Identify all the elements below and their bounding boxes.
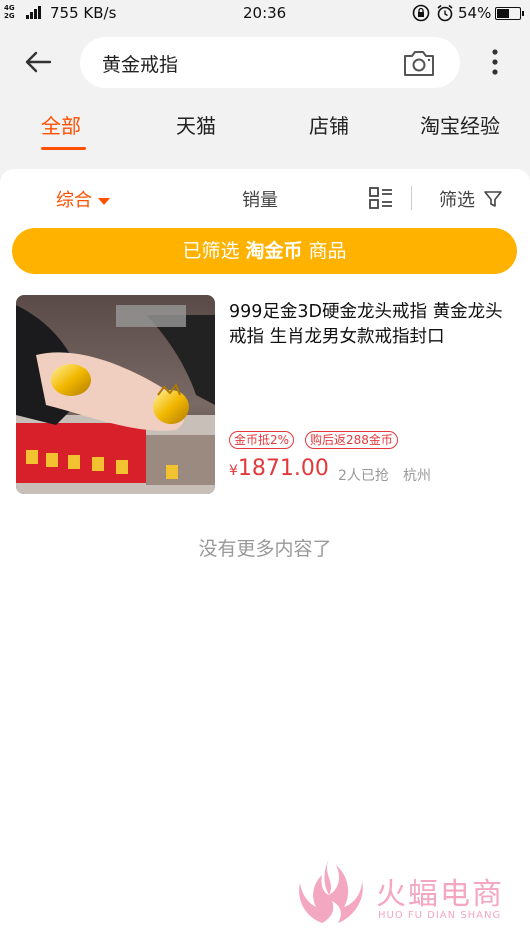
status-icons — [412, 4, 454, 22]
battery-percent: 54% — [458, 4, 492, 22]
watermark-subtitle: HUO FU DIAN SHANG — [378, 910, 502, 921]
sort-bar: 综合 销量 筛选 — [0, 169, 530, 225]
network-speed: 755 KB/s — [50, 4, 117, 22]
watermark-title: 火蝠电商 — [376, 877, 504, 912]
camera-icon[interactable] — [402, 48, 436, 78]
filter-button[interactable]: 筛选 — [439, 186, 475, 212]
price-value: 1871.00 — [237, 456, 329, 481]
tab-taobao-experience[interactable]: 淘宝经验 — [420, 110, 500, 139]
search-input[interactable] — [102, 49, 392, 77]
no-more-content: 没有更多内容了 — [198, 538, 332, 560]
network-type-bottom: 2G — [4, 12, 15, 20]
currency-symbol: ¥ — [229, 463, 238, 479]
filter-banner[interactable]: 已筛选 淘金币 商品 — [12, 228, 517, 274]
product-price: ¥1871.00 — [229, 456, 329, 481]
filter-banner-prefix: 已筛选 — [182, 240, 240, 262]
sort-comprehensive-button[interactable]: 综合 — [56, 186, 110, 212]
more-options-icon[interactable] — [480, 44, 510, 80]
product-image[interactable] — [16, 295, 215, 494]
sort-comprehensive-label: 综合 — [56, 190, 92, 211]
network-type-top: 4G — [4, 4, 15, 12]
filter-funnel-icon[interactable] — [483, 189, 503, 209]
coin-rebate-tag: 购后返288金币 — [305, 431, 398, 449]
product-card[interactable]: 999足金3D硬金龙头戒指 黄金龙头戒指 生肖龙男女款戒指封口 金币抵2% 购后… — [0, 294, 530, 499]
sort-divider — [411, 186, 412, 210]
caret-down-icon — [98, 197, 110, 205]
active-tab-indicator — [41, 147, 86, 150]
alarm-icon — [437, 4, 453, 22]
back-arrow-icon[interactable] — [20, 44, 56, 80]
watermark: 火蝠电商 HUO FU DIAN SHANG — [292, 855, 522, 935]
tab-shops[interactable]: 店铺 — [309, 110, 349, 139]
clock: 20:36 — [243, 4, 287, 22]
product-title[interactable]: 999足金3D硬金龙头戒指 黄金龙头戒指 生肖龙男女款戒指封口 — [229, 300, 519, 350]
coin-deduction-tag: 金币抵2% — [229, 431, 295, 449]
gold-ring-photo — [16, 295, 215, 494]
sold-count: 2人已抢 — [338, 468, 389, 484]
rotation-lock-icon — [412, 4, 430, 22]
flame-logo-icon — [299, 859, 363, 923]
network-type: 4G 2G — [4, 4, 15, 20]
results-panel: 综合 销量 筛选 已筛选 淘金币 商品 999足金3D硬金龙头戒指 黄金龙头戒指… — [0, 169, 530, 941]
signal-icon — [26, 6, 41, 19]
product-location: 杭州 — [403, 468, 431, 484]
tab-tmall[interactable]: 天猫 — [176, 110, 216, 139]
battery-icon — [495, 7, 524, 20]
filter-banner-suffix: 商品 — [308, 240, 347, 262]
tab-all[interactable]: 全部 — [41, 110, 81, 139]
search-box[interactable] — [80, 37, 460, 88]
sort-sales-button[interactable]: 销量 — [242, 186, 278, 212]
search-tabs: 全部 天猫 店铺 淘宝经验 — [0, 100, 530, 160]
status-bar: 4G 2G 755 KB/s 20:36 54% — [0, 0, 530, 28]
list-view-icon[interactable] — [368, 185, 394, 211]
filter-banner-highlight: 淘金币 — [245, 240, 303, 262]
